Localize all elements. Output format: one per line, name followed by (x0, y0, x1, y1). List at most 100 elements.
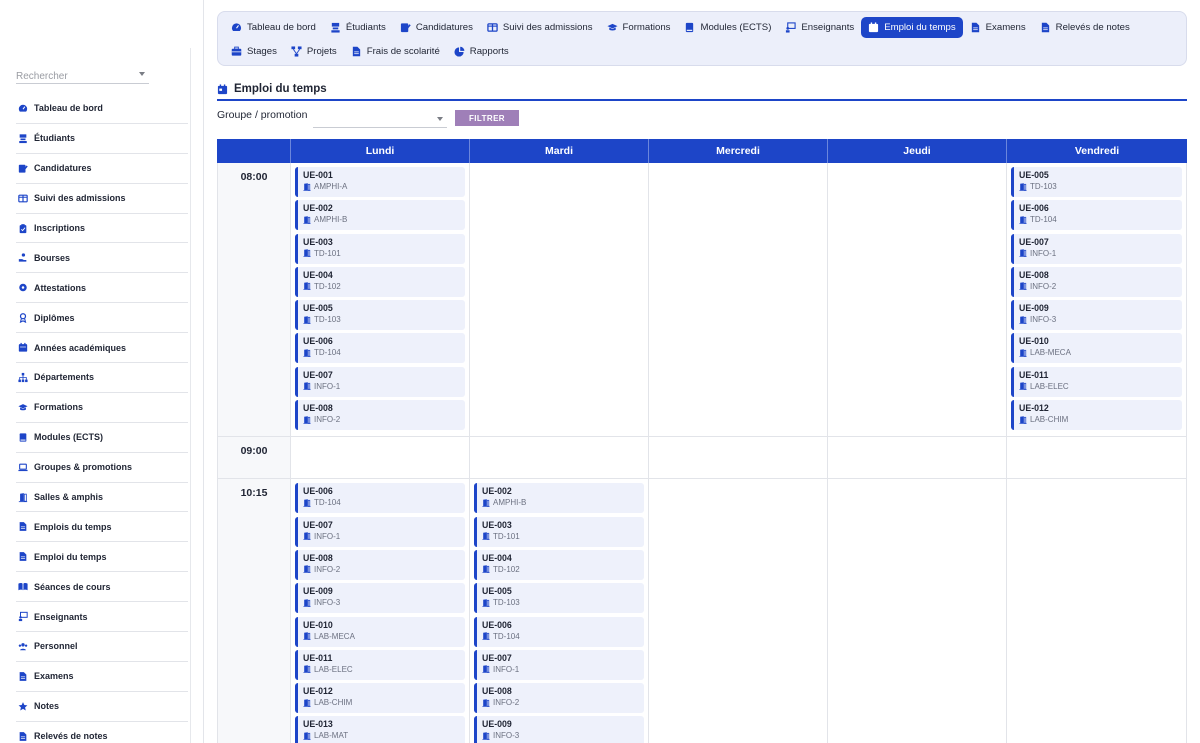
session-card[interactable]: UE-007 INFO-1 (474, 649, 644, 680)
timetable-corner (217, 139, 291, 163)
session-card[interactable]: UE-002 AMPHI-B (295, 200, 465, 231)
sidebar-item-emploi-du-temps[interactable]: Emploi du temps (16, 542, 188, 573)
session-code: UE-005 (1019, 170, 1049, 180)
sidebar-item-examens[interactable]: Examens (16, 662, 188, 692)
sidebar-item-candidatures[interactable]: Candidatures (16, 154, 188, 184)
sidebar-item-bourses[interactable]: Bourses (16, 243, 188, 274)
tab-rapports[interactable]: Rapports (447, 41, 516, 61)
session-card[interactable]: UE-008 INFO-2 (1011, 266, 1182, 297)
chevron-down-icon[interactable] (437, 117, 443, 121)
tab-suivi-des-admissions[interactable]: Suivi des admissions (480, 17, 600, 37)
session-card[interactable]: UE-006 TD-104 (295, 483, 465, 514)
day-header-mardi: Mardi (470, 139, 649, 163)
session-room: LAB-ELEC (1019, 382, 1182, 391)
session-card[interactable]: UE-004 TD-102 (474, 549, 644, 580)
tab-releves-de-notes[interactable]: Relevés de notes (1033, 17, 1137, 37)
session-card[interactable]: UE-011 LAB-ELEC (295, 649, 465, 680)
session-card[interactable]: UE-003 TD-101 (295, 233, 465, 264)
book-icon (18, 432, 28, 442)
sidebar-item-groupes-promotions[interactable]: Groupes & promotions (16, 453, 188, 483)
tab-emploi-du-temps[interactable]: Emploi du temps (861, 16, 963, 38)
sidebar-item-attestations[interactable]: Attestations (16, 273, 188, 304)
session-card[interactable]: UE-006 TD-104 (295, 333, 465, 364)
session-card[interactable]: UE-007 INFO-1 (295, 366, 465, 397)
timetable-row: 08:00 UE-001 AMPHI-A UE-002 AMPHI-B UE-003 TD-… (217, 163, 1187, 438)
filter-button[interactable]: FILTRER (455, 110, 519, 126)
session-card[interactable]: UE-006 TD-104 (474, 616, 644, 647)
tab-etudiants[interactable]: Étudiants (323, 17, 393, 37)
session-room-label: INFO-1 (314, 531, 341, 541)
session-card[interactable]: UE-009 INFO-3 (295, 583, 465, 614)
session-card[interactable]: UE-009 INFO-3 (1011, 300, 1182, 331)
session-card[interactable]: UE-010 LAB-MECA (295, 616, 465, 647)
sidebar-item-formations[interactable]: Formations (16, 393, 188, 423)
session-card[interactable]: UE-010 LAB-MECA (1011, 333, 1182, 364)
session-room-label: LAB-CHIM (314, 698, 353, 708)
tab-label: Suivi des admissions (502, 21, 593, 33)
sidebar-item-departements[interactable]: Départements (16, 363, 188, 393)
session-card[interactable]: UE-002 AMPHI-B (474, 483, 644, 514)
tab-label: Formations (622, 21, 671, 33)
tab-modules-ects[interactable]: Modules (ECTS) (677, 17, 778, 37)
tab-tableau-de-bord[interactable]: Tableau de bord (224, 17, 323, 37)
session-card[interactable]: UE-008 INFO-2 (295, 400, 465, 431)
session-card[interactable]: UE-007 INFO-1 (1011, 233, 1182, 264)
sidebar-item-inscriptions[interactable]: Inscriptions (16, 214, 188, 244)
sidebar-search-input[interactable] (16, 68, 136, 82)
session-card[interactable]: UE-012 LAB-CHIM (295, 683, 465, 714)
sidebar-item-suivi-des-admissions[interactable]: Suivi des admissions (16, 184, 188, 214)
timetable-cell (828, 479, 1007, 743)
tab-candidatures[interactable]: Candidatures (393, 17, 480, 37)
sitemap-icon (18, 372, 28, 383)
tab-enseignants[interactable]: Enseignants (778, 17, 861, 37)
sidebar-item-salles-amphis[interactable]: Salles & amphis (16, 483, 188, 513)
sidebar-item-label: Emploi du temps (34, 551, 107, 562)
session-room-label: INFO-1 (314, 381, 341, 391)
sidebar-item-emplois-du-temps[interactable]: Emplois du temps (16, 512, 188, 543)
tab-projets[interactable]: Projets (284, 41, 344, 61)
sidebar-item-etudiants[interactable]: Étudiants (16, 124, 188, 154)
sidebar-item-notes[interactable]: Notes (16, 692, 188, 722)
session-card[interactable]: UE-009 INFO-3 (474, 716, 644, 743)
tab-formations[interactable]: Formations (600, 17, 678, 37)
session-card[interactable]: UE-005 TD-103 (474, 583, 644, 614)
session-card[interactable]: UE-008 INFO-2 (474, 683, 644, 714)
sidebar-item-annees-academiques[interactable]: Années académiques (16, 333, 188, 364)
sidebar-item-tableau-de-bord[interactable]: Tableau de bord (16, 94, 188, 124)
tab-label: Modules (ECTS) (700, 21, 772, 33)
session-card[interactable]: UE-011 LAB-ELEC (1011, 366, 1182, 397)
session-room-label: INFO-3 (493, 731, 520, 741)
tab-stages[interactable]: Stages (224, 41, 284, 61)
group-select[interactable] (313, 110, 447, 128)
tab-frais-de-scolarite[interactable]: Frais de scolarité (344, 41, 447, 61)
sidebar-item-enseignants[interactable]: Enseignants (16, 602, 188, 633)
session-card[interactable]: UE-013 LAB-MAT (295, 716, 465, 743)
session-card[interactable]: UE-004 TD-102 (295, 266, 465, 297)
sidebar-item-diplomes[interactable]: Diplômes (16, 303, 188, 334)
document-icon (18, 731, 28, 741)
session-card[interactable]: UE-005 TD-103 (295, 300, 465, 331)
sidebar-item-releves-de-notes[interactable]: Relevés de notes (16, 722, 188, 743)
door-icon (303, 382, 311, 391)
sidebar-item-personnel[interactable]: Personnel (16, 632, 188, 662)
sidebar-search[interactable] (16, 66, 149, 84)
session-card[interactable]: UE-007 INFO-1 (295, 516, 465, 547)
session-card[interactable]: UE-005 TD-103 (1011, 167, 1182, 197)
session-card[interactable]: UE-012 LAB-CHIM (1011, 400, 1182, 431)
sidebar-item-modules-ects[interactable]: Modules (ECTS) (16, 423, 188, 453)
chevron-down-icon[interactable] (139, 72, 145, 76)
session-card[interactable]: UE-001 AMPHI-A (295, 167, 465, 197)
session-room-label: INFO-2 (493, 698, 520, 708)
session-card[interactable]: UE-003 TD-101 (474, 516, 644, 547)
session-card[interactable]: UE-008 INFO-2 (295, 549, 465, 580)
session-card[interactable]: UE-006 TD-104 (1011, 200, 1182, 231)
session-code: UE-012 (303, 686, 333, 697)
session-room: LAB-MAT (303, 731, 465, 740)
session-room-label: INFO-2 (314, 415, 341, 425)
session-room: LAB-MECA (303, 632, 465, 641)
sidebar-item-seances-de-cours[interactable]: Séances de cours (16, 572, 188, 603)
sidebar-item-label: Attestations (34, 282, 87, 293)
tab-examens[interactable]: Examens (963, 17, 1033, 37)
top-nav-row-1: Tableau de bord Étudiants Candidatures Suiv… (224, 16, 1137, 38)
session-room-label: TD-101 (493, 531, 520, 541)
